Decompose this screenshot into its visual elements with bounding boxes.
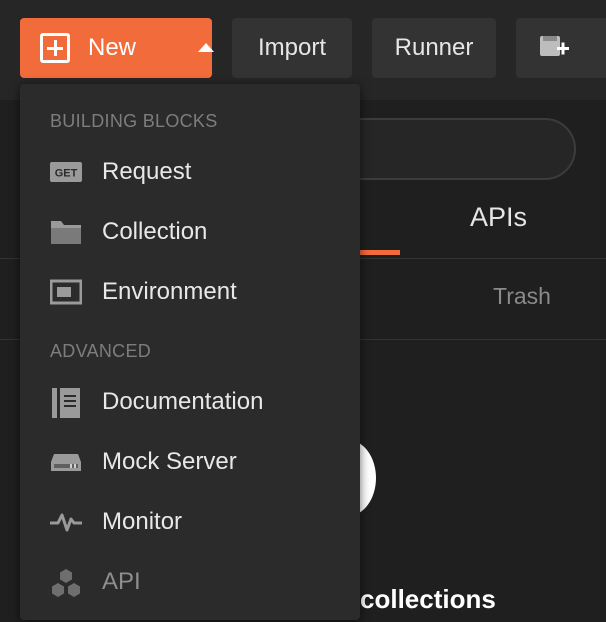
advanced-heading: ADVANCED (50, 341, 152, 361)
api-icon (52, 569, 80, 597)
runner-button-label: Runner (394, 34, 474, 61)
menu-item-label: Environment (102, 278, 237, 305)
menu-item-label: Monitor (102, 508, 183, 535)
tab-apis[interactable]: APIs (470, 202, 527, 233)
new-button-label: New (88, 34, 137, 61)
caret-up-icon (198, 43, 214, 52)
new-dropdown-menu: BUILDING BLOCKS GET Request Collection E… (20, 84, 360, 620)
trash-link[interactable]: Trash (493, 283, 551, 310)
building-blocks-heading: BUILDING BLOCKS (50, 111, 218, 131)
plus-icon (40, 33, 70, 63)
menu-item-documentation[interactable]: Documentation (20, 374, 360, 430)
get-request-icon: GET (50, 162, 82, 182)
menu-item-label: API (102, 568, 141, 595)
folder-icon (51, 221, 81, 244)
menu-item-label: Request (102, 158, 192, 185)
menu-item-environment[interactable]: Environment (20, 264, 360, 320)
menu-item-label: Collection (102, 218, 208, 245)
mock-server-icon (51, 454, 81, 471)
monitor-icon (50, 513, 82, 532)
menu-item-monitor[interactable]: Monitor (20, 494, 360, 550)
menu-item-label: Documentation (102, 388, 264, 415)
new-button[interactable]: New (20, 18, 214, 78)
svg-text:GET: GET (55, 168, 78, 180)
menu-item-request[interactable]: GET Request (20, 144, 360, 200)
menu-item-mock-server[interactable]: Mock Server (20, 434, 360, 490)
environment-icon (50, 279, 82, 305)
open-new-button[interactable] (516, 18, 606, 78)
menu-item-collection[interactable]: Collection (20, 204, 360, 260)
import-button[interactable]: Import (232, 18, 352, 78)
menu-item-api[interactable]: API (20, 554, 360, 610)
new-window-icon (540, 36, 569, 56)
empty-state-title: collections (360, 584, 496, 614)
import-button-label: Import (257, 34, 326, 61)
menu-item-label: Mock Server (102, 448, 237, 475)
documentation-icon (52, 388, 80, 418)
runner-button[interactable]: Runner (372, 18, 496, 78)
search-input[interactable] (330, 118, 576, 180)
